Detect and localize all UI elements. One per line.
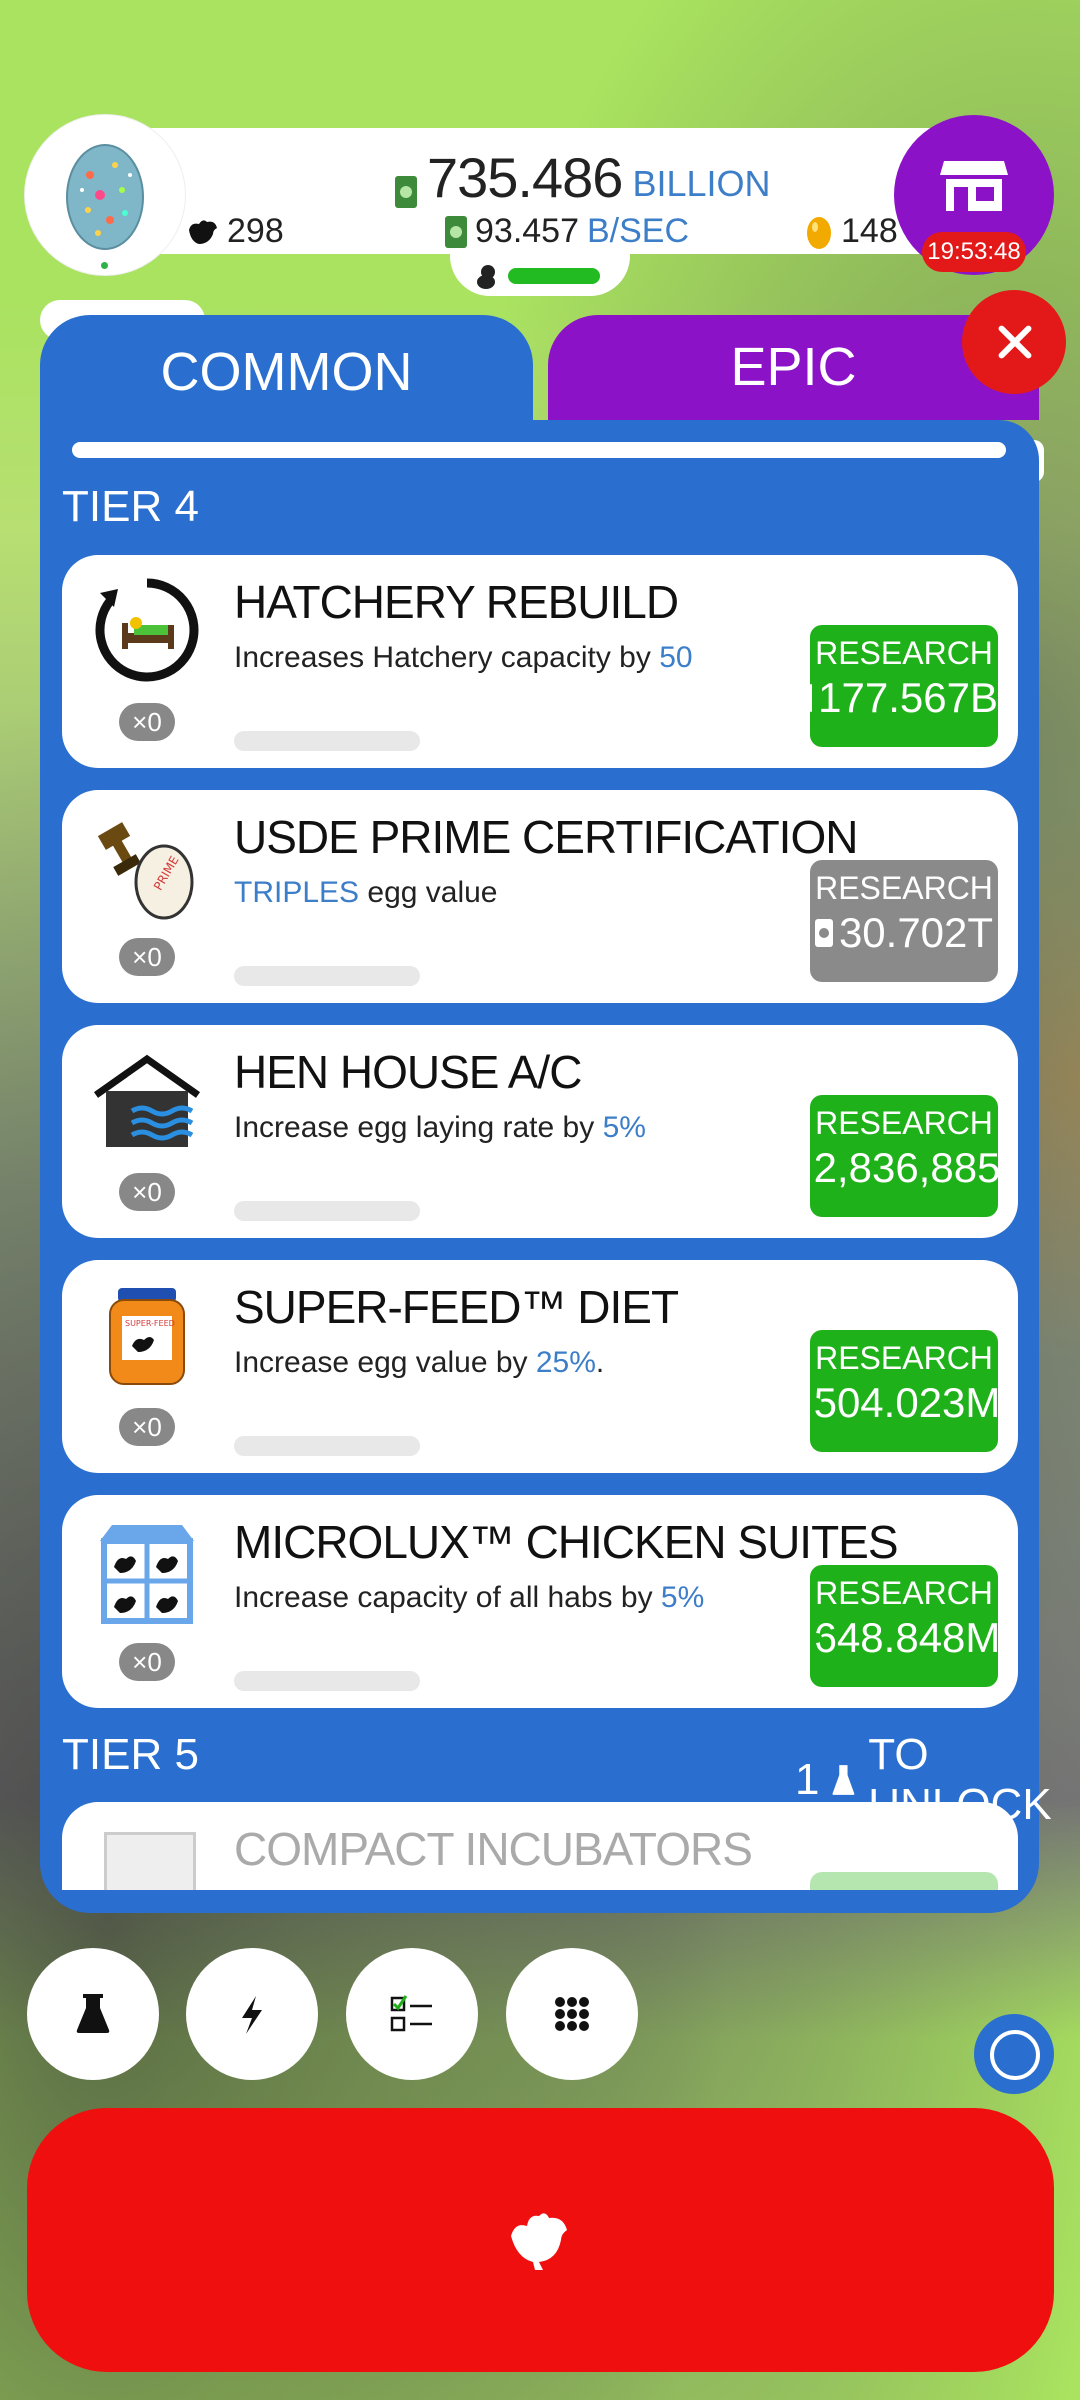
close-button[interactable]	[962, 290, 1066, 394]
tier-4-label: TIER 4	[62, 482, 199, 531]
research-title: SUPER-FEED™ DIET	[234, 1281, 679, 1333]
cash-icon	[445, 215, 467, 248]
cash-icon	[814, 919, 833, 947]
grid-icon	[555, 1997, 589, 2031]
research-progress-bar	[234, 966, 420, 986]
research-card-super-feed: SUPER-FEED ×0 SUPER-FEED™ DIET Increase …	[62, 1260, 1018, 1473]
research-button-label: RESEARCH	[815, 1575, 993, 1611]
shop-icon	[940, 161, 1008, 211]
research-cost: 177.567B	[818, 674, 998, 721]
research-level-badge: ×0	[119, 938, 175, 976]
research-button-label: RESEARCH	[815, 635, 993, 671]
chicken-icon	[189, 219, 217, 244]
research-title: MICROLUX™ CHICKEN SUITES	[234, 1516, 899, 1568]
research-card-usde-prime: PRIME ×0 USDE PRIME CERTIFICATION TRIPLE…	[62, 790, 1018, 1003]
research-button[interactable]: RESEARCH 177.567B	[810, 625, 998, 747]
unlock-count: 1	[795, 1755, 820, 1804]
rate-value: 93.457	[475, 212, 579, 250]
prime-stamp-icon: PRIME	[97, 822, 194, 920]
research-menu-button[interactable]	[27, 1948, 159, 2080]
missions-button[interactable]	[346, 1948, 478, 2080]
chick-icon	[477, 265, 495, 289]
current-egg-button[interactable]	[25, 115, 185, 275]
flask-icon	[76, 1994, 110, 2033]
money-display: 735.486 BILLION	[395, 138, 771, 208]
research-title: COMPACT INCUBATORS	[234, 1823, 753, 1875]
chicken-suites-icon	[100, 1525, 194, 1624]
research-level-badge: ×0	[119, 703, 175, 741]
research-card-hen-house-ac: ×0 HEN HOUSE A/C Increase egg laying rat…	[62, 1025, 1018, 1238]
research-level-badge: ×0	[119, 1408, 175, 1446]
incubator-icon	[104, 1832, 196, 1890]
research-button[interactable]: RESEARCH 30.702T	[810, 860, 998, 982]
research-title: USDE PRIME CERTIFICATION	[234, 811, 858, 863]
research-description: TRIPLES egg value	[234, 876, 498, 909]
research-button[interactable]: RESEARCH 2,836,885	[810, 1095, 1001, 1217]
super-feed-jar-icon: SUPER-FEED	[109, 1288, 185, 1385]
chicken-icon	[511, 2213, 567, 2270]
research-button[interactable]: RESEARCH 648.848M	[810, 1565, 1001, 1687]
golden-egg-icon	[807, 216, 831, 249]
research-button-label: RESEARCH	[815, 870, 993, 906]
rate-unit: B/SEC	[587, 212, 690, 250]
svg-text:SUPER-FEED: SUPER-FEED	[125, 1319, 175, 1328]
research-cost: 2,836,885	[813, 1144, 1001, 1191]
scroll-indicator[interactable]	[72, 442, 1006, 458]
research-progress-bar	[234, 731, 420, 751]
research-card-compact-incubators: COMPACT INCUBATORS	[62, 1802, 1018, 1890]
research-title: HEN HOUSE A/C	[234, 1046, 582, 1098]
research-description: Increase egg value by 25%.	[234, 1346, 605, 1379]
research-description: Increase capacity of all habs by 5%	[234, 1581, 705, 1614]
hen-house-ac-icon	[93, 1054, 201, 1147]
golden-egg-value: 148	[841, 212, 898, 250]
research-description: Increases Hatchery capacity by 50	[234, 641, 693, 674]
research-level-badge: ×0	[119, 1173, 175, 1211]
research-button-label: RESEARCH	[815, 1105, 993, 1141]
chicken-count-value: 298	[227, 212, 284, 250]
cash-icon	[810, 684, 826, 712]
research-cost: 30.702T	[838, 909, 994, 956]
shop-timer-badge: 19:53:48	[922, 232, 1026, 272]
hatchery-rebuild-icon	[95, 578, 199, 682]
golden-egg-count: 148	[805, 212, 898, 251]
research-description: Increase egg laying rate by 5%	[234, 1111, 646, 1144]
main-menu-button[interactable]	[506, 1948, 638, 2080]
hatch-chicken-button[interactable]	[27, 2108, 1054, 2372]
egg-status-dot	[101, 262, 108, 269]
tier-5-label: TIER 5	[62, 1730, 199, 1779]
chicken-count: 298	[185, 212, 284, 251]
tab-common[interactable]: COMMON	[40, 315, 533, 440]
research-level-badge: ×0	[119, 1643, 175, 1681]
checklist-icon	[390, 1995, 432, 2032]
research-button-label: RESEARCH	[815, 1340, 993, 1376]
research-progress-bar	[234, 1436, 420, 1456]
research-progress-bar	[234, 1201, 420, 1221]
money-unit: BILLION	[632, 163, 771, 204]
hatchery-fill-bar	[508, 268, 600, 284]
research-title: HATCHERY REBUILD	[234, 576, 679, 628]
research-progress-bar	[234, 1671, 420, 1691]
research-cost: 648.848M	[813, 1614, 1001, 1661]
research-cost: 504.023M	[813, 1379, 1001, 1426]
research-button[interactable]: RESEARCH 504.023M	[810, 1330, 1001, 1452]
research-card-microlux-suites: ×0 MICROLUX™ CHICKEN SUITES Increase cap…	[62, 1495, 1018, 1708]
boost-button[interactable]	[186, 1948, 318, 2080]
cash-icon	[395, 176, 417, 208]
research-button	[810, 1872, 998, 1890]
universe-egg-icon	[66, 144, 144, 250]
assistant-button[interactable]	[974, 2014, 1054, 2094]
money-amount: 735.486	[427, 146, 623, 209]
research-card-hatchery-rebuild: ×0 HATCHERY REBUILD Increases Hatchery c…	[62, 555, 1018, 768]
earning-rate: 93.457 B/SEC	[445, 212, 689, 251]
lightning-icon	[242, 1996, 262, 2034]
flask-icon	[832, 1765, 855, 1795]
